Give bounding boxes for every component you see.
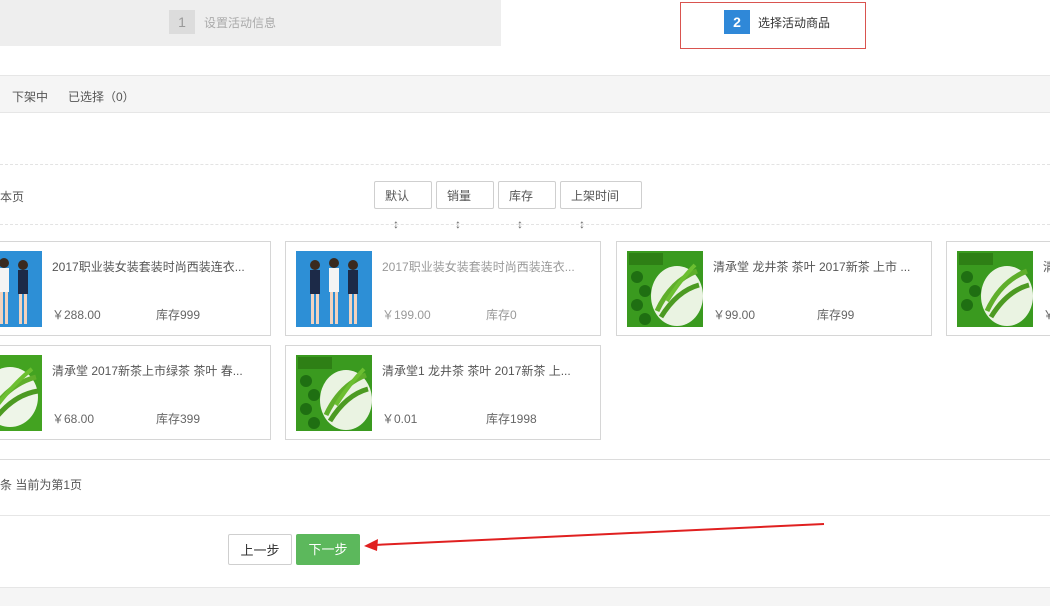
product-stock: 库存399 [156, 412, 201, 426]
sort-default-label: 默认 [385, 189, 410, 203]
step-2-label: 选择活动商品 [758, 16, 831, 30]
step-1-label: 设置活动信息 [204, 16, 277, 30]
product-card[interactable]: 清承堂 龙井茶 茶叶 2017新茶 上市 ... ￥99.00 库存99 [616, 241, 932, 336]
product-price: ￥68.00 [52, 412, 95, 426]
product-card[interactable]: 清 ￥ [946, 241, 1050, 336]
filter-tab-bar [0, 75, 1050, 113]
product-thumbnail [627, 251, 703, 327]
tab-selected[interactable]: 已选择（0） [68, 88, 135, 105]
product-thumbnail [296, 355, 372, 431]
next-step-button[interactable]: 下一步 [296, 534, 360, 565]
product-card[interactable]: 清承堂 2017新茶上市绿茶 茶叶 春... ￥68.00 库存399 [0, 345, 271, 440]
product-title: 清 [1043, 258, 1050, 275]
tab-off-shelf[interactable]: 下架中 [12, 88, 48, 105]
sort-shelf-time-button[interactable]: 上架时间↕ [560, 181, 642, 231]
product-price: ￥99.00 [713, 308, 756, 322]
sort-stock-button[interactable]: 库存↕ [498, 181, 556, 231]
divider [0, 459, 1050, 460]
step-1-number: 1 [169, 10, 195, 34]
product-title: 清承堂1 龙井茶 茶叶 2017新茶 上... [382, 364, 571, 378]
annotation-arrow [364, 523, 825, 551]
product-thumbnail [957, 251, 1033, 327]
sort-sales-label: 销量 [447, 189, 472, 203]
sort-sales-button[interactable]: 销量↕ [436, 181, 494, 231]
page-size-label: 本页 [0, 190, 25, 204]
product-thumbnail [0, 251, 42, 327]
sort-shelf-time-label: 上架时间 [571, 189, 620, 203]
footer-bar [0, 587, 1050, 606]
product-price: ￥0.01 [382, 412, 418, 426]
product-thumbnail [0, 355, 42, 431]
product-card[interactable]: 清承堂1 龙井茶 茶叶 2017新茶 上... ￥0.01 库存1998 [285, 345, 601, 440]
product-card[interactable]: 2017职业装女装套装时尚西装连衣... ￥288.00 库存999 [0, 241, 271, 336]
product-title: 2017职业装女装套装时尚西装连衣... [52, 260, 245, 274]
step-2-number: 2 [724, 10, 750, 34]
product-price: ￥288.00 [52, 308, 101, 322]
product-thumbnail [296, 251, 372, 327]
product-price: ￥ [1043, 308, 1050, 322]
product-stock: 库存99 [817, 308, 855, 322]
product-title: 清承堂 2017新茶上市绿茶 茶叶 春... [52, 364, 243, 378]
divider [0, 515, 1050, 516]
divider [0, 164, 1050, 165]
product-card[interactable]: 2017职业装女装套装时尚西装连衣... ￥199.00 库存0 [285, 241, 601, 336]
sort-default-button[interactable]: 默认↕ [374, 181, 432, 231]
product-title: 2017职业装女装套装时尚西装连衣... [382, 260, 575, 274]
divider [0, 224, 1050, 225]
product-title: 清承堂 龙井茶 茶叶 2017新茶 上市 ... [713, 260, 911, 274]
product-price: ￥199.00 [382, 308, 431, 322]
pagination-summary: 条 当前为第1页 [0, 478, 83, 492]
sort-stock-label: 库存 [509, 189, 534, 203]
product-stock: 库存0 [486, 308, 517, 322]
product-stock: 库存999 [156, 308, 201, 322]
product-stock: 库存1998 [486, 412, 537, 426]
prev-step-button[interactable]: 上一步 [228, 534, 292, 565]
